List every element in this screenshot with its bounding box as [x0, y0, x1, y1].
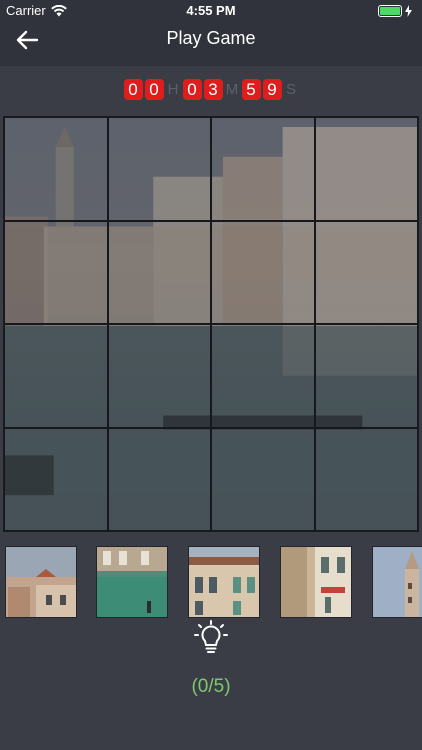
battery-icon: [378, 5, 412, 17]
timer-hours-digit: 0: [123, 78, 143, 100]
board-cell[interactable]: [4, 427, 108, 531]
piece-tray[interactable]: [0, 546, 422, 618]
board-grid: [4, 117, 418, 531]
board-cell[interactable]: [314, 324, 418, 428]
board-cell[interactable]: [107, 324, 211, 428]
timer-hours-unit: H: [167, 80, 179, 98]
board-cell[interactable]: [211, 427, 315, 531]
lightbulb-icon: [194, 620, 228, 653]
puzzle-piece[interactable]: [96, 546, 168, 618]
timer-hours-digit: 0: [144, 78, 164, 100]
hint-score: (0/5): [191, 676, 231, 697]
board-cell[interactable]: [107, 220, 211, 324]
board-cell[interactable]: [4, 117, 108, 221]
charging-bolt-icon: [405, 5, 412, 17]
puzzle-piece[interactable]: [280, 546, 352, 618]
status-bar: Carrier 4:55 PM: [0, 0, 422, 22]
board-cell[interactable]: [211, 324, 315, 428]
navigation-bar: Carrier 4:55 PM Play Game: [0, 0, 422, 66]
puzzle-board[interactable]: [3, 116, 419, 532]
puzzle-piece[interactable]: [372, 546, 422, 618]
timer-seconds-digit: 5: [241, 78, 261, 100]
timer-minutes-digit: 0: [182, 78, 202, 100]
timer-seconds-digit: 9: [262, 78, 282, 100]
timer-minutes-digit: 3: [203, 78, 223, 100]
timer-minutes-unit: M: [225, 80, 239, 98]
board-cell[interactable]: [4, 220, 108, 324]
board-cell[interactable]: [107, 117, 211, 221]
timer-seconds-unit: S: [285, 80, 296, 98]
board-cell[interactable]: [314, 117, 418, 221]
board-cell[interactable]: [314, 427, 418, 531]
board-cell[interactable]: [314, 220, 418, 324]
board-cell[interactable]: [4, 324, 108, 428]
board-cell[interactable]: [211, 117, 315, 221]
puzzle-piece[interactable]: [5, 546, 77, 618]
page-title: Play Game: [166, 28, 256, 48]
board-cell[interactable]: [107, 427, 211, 531]
puzzle-piece[interactable]: [188, 546, 260, 618]
game-timer: 0 0 H 0 3 M 5 9 S: [0, 78, 422, 100]
status-time: 4:55 PM: [186, 3, 236, 18]
hint-button[interactable]: [188, 618, 234, 658]
board-cell[interactable]: [211, 220, 315, 324]
